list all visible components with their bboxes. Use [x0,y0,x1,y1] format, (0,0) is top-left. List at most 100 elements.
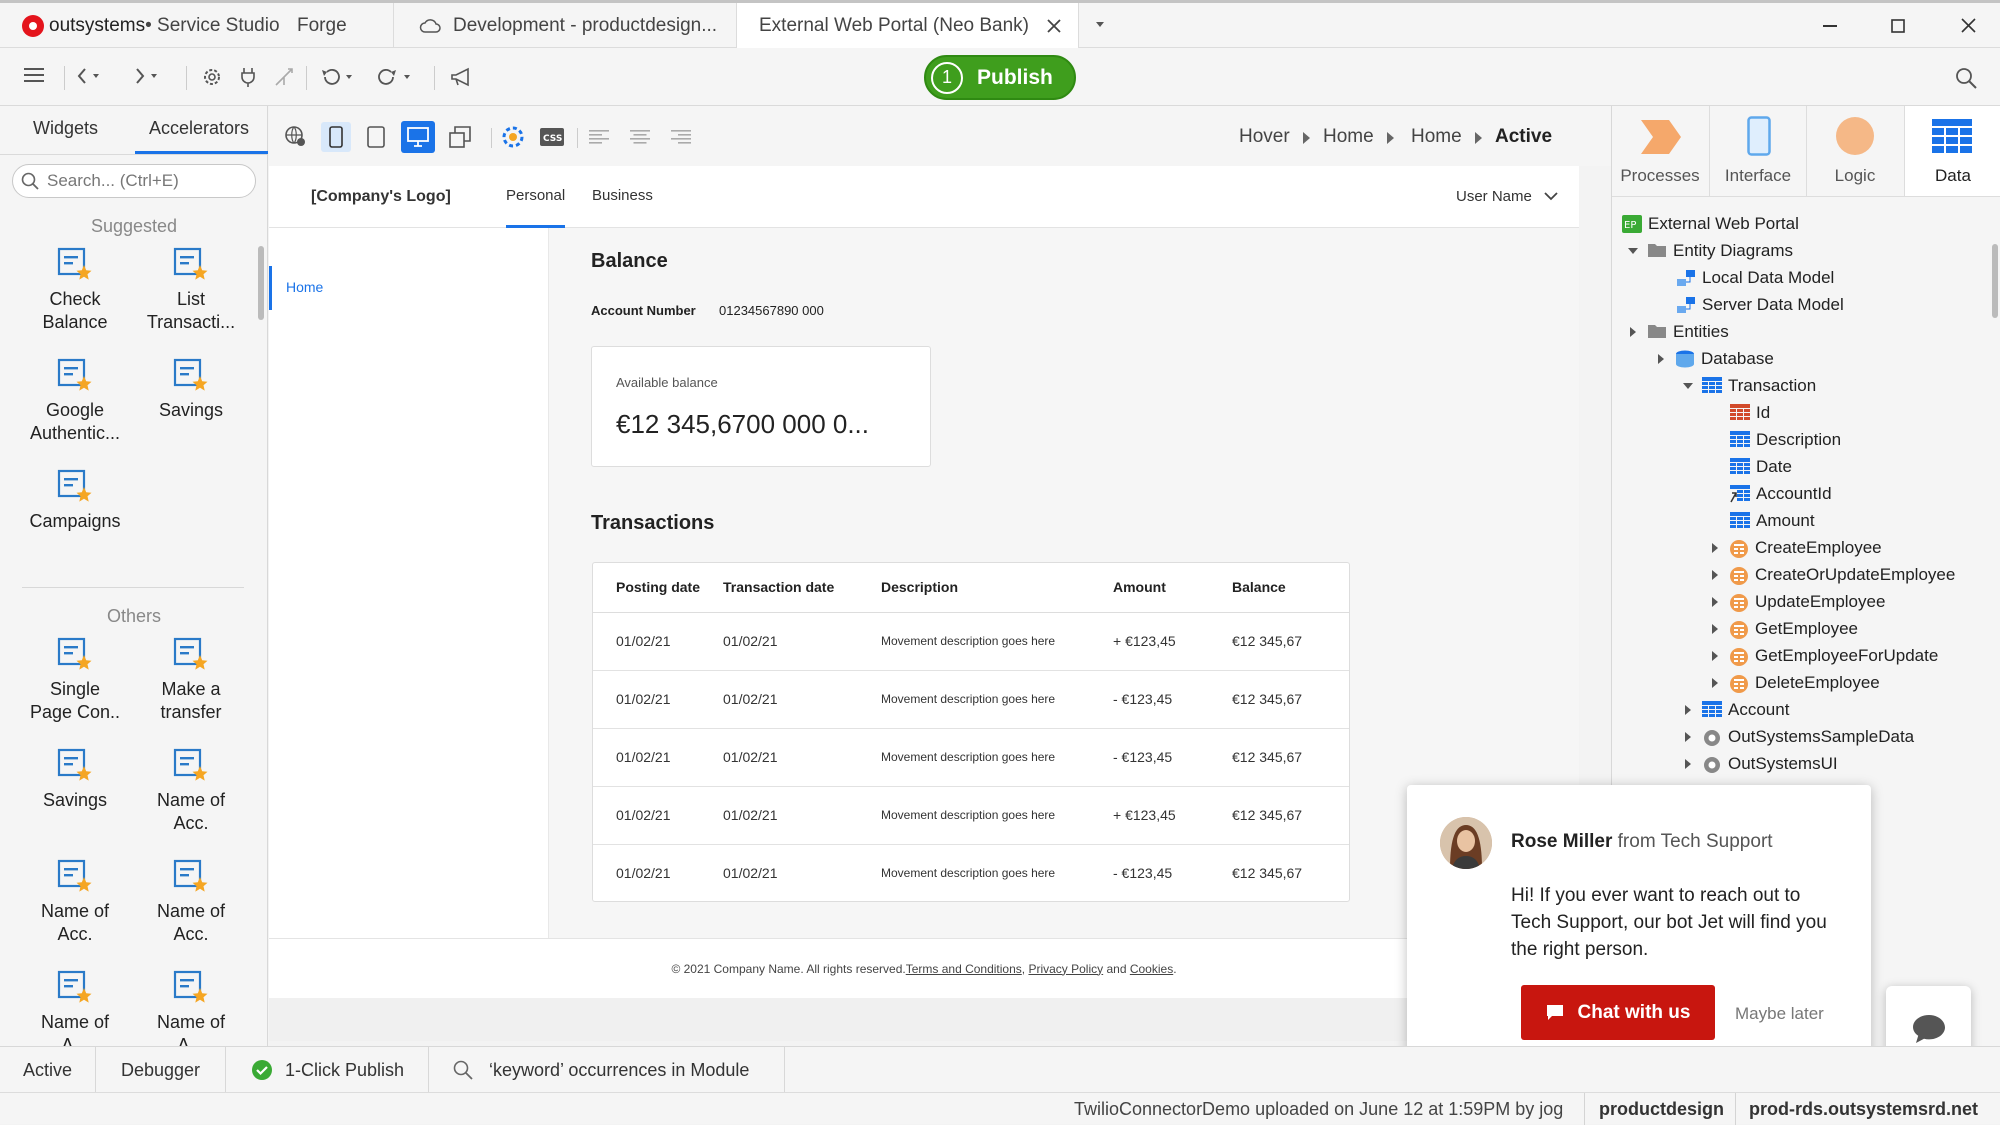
accelerator-name-of-acc[interactable]: Name of Acc. [132,747,250,835]
accelerator-single-page[interactable]: Single Page Con.. [16,636,134,724]
phone-preview-icon[interactable] [321,122,351,152]
col-amount[interactable]: Amount [1112,563,1231,613]
maybe-later-link[interactable]: Maybe later [1735,1004,1824,1024]
tab-1-click-publish[interactable]: 1-Click Publish [226,1047,429,1093]
tree-item-entity-action[interactable]: CreateEmployee [1709,536,1882,560]
chevron-right-icon[interactable] [1682,758,1694,770]
publish-button[interactable]: 1 Publish [924,55,1076,100]
chevron-right-icon[interactable] [1682,704,1694,716]
col-transaction-date[interactable]: Transaction date [722,563,880,613]
tab-development[interactable]: Development - productdesign... [393,3,736,48]
tab-data[interactable]: Data [1904,106,2000,196]
theme-icon[interactable] [498,122,528,152]
table-row[interactable]: 01/02/21 01/02/21 Movement description g… [593,844,1349,902]
server-name[interactable]: prod-rds.outsystemsrd.net [1749,1099,1978,1120]
tab-logic[interactable]: Logic [1806,106,1902,196]
nav-personal[interactable]: Personal [506,187,565,204]
col-posting-date[interactable]: Posting date [593,563,722,613]
chevron-right-icon[interactable] [1655,353,1667,365]
tablet-preview-icon[interactable] [361,122,391,152]
undo-icon[interactable] [320,67,354,87]
tab-list-dropdown-icon[interactable] [1095,21,1105,29]
tab-active[interactable]: Active [0,1047,96,1093]
chevron-right-icon[interactable] [1627,326,1639,338]
tab-widgets[interactable]: Widgets [33,118,98,139]
table-row[interactable]: 01/02/21 01/02/21 Movement description g… [593,670,1349,729]
minimize-icon[interactable] [1800,3,1860,48]
tab-interface[interactable]: Interface [1709,106,1805,196]
align-center-icon[interactable] [625,122,655,152]
forward-icon[interactable] [134,67,158,85]
left-panel-scrollbar[interactable] [258,246,264,320]
tree-item-database[interactable]: Database [1655,347,1774,371]
accelerator-campaigns[interactable]: Campaigns [16,468,134,533]
tree-item-entity-action[interactable]: UpdateEmployee [1709,590,1885,614]
footer-privacy-link[interactable]: Privacy Policy [1028,962,1103,976]
plug-icon[interactable] [240,67,256,87]
align-left-icon[interactable] [584,122,614,152]
chevron-right-icon[interactable] [1709,542,1721,554]
breadcrumb-item[interactable]: Hover [1239,126,1290,148]
tab-debugger[interactable]: Debugger [96,1047,226,1093]
tree-item-module[interactable]: EP External Web Portal [1622,212,1799,236]
tree-item-account[interactable]: Account [1682,698,1789,722]
chevron-right-icon[interactable] [1709,623,1721,635]
back-icon[interactable] [76,67,100,85]
search-icon[interactable] [1955,67,1977,89]
tree-item-entities[interactable]: Entities [1627,320,1729,344]
accelerator-list-transactions[interactable]: List Transacti... [132,246,250,334]
chevron-right-icon[interactable] [1709,569,1721,581]
chevron-right-icon[interactable] [1709,650,1721,662]
accelerator-google-authenticator[interactable]: Google Authentic... [16,357,134,445]
chat-with-us-button[interactable]: Chat with us [1521,985,1715,1040]
breadcrumb-item[interactable]: Home [1323,126,1374,148]
right-panel-scrollbar[interactable] [1992,244,1998,318]
user-menu[interactable]: User Name [1456,188,1558,205]
tab-search-results[interactable]: ‘keyword’ occurrences in Module [429,1047,785,1093]
tree-item-entity-action[interactable]: GetEmployeeForUpdate [1709,644,1938,668]
tree-item-entity-action[interactable]: CreateOrUpdateEmployee [1709,563,1955,587]
megaphone-icon[interactable] [450,67,472,87]
tab-forge[interactable]: Forge [297,3,393,48]
settings-gear-icon[interactable] [202,67,222,87]
tab-accelerators[interactable]: Accelerators [149,118,249,139]
accelerator-savings-2[interactable]: Savings [16,747,134,812]
merge-icon[interactable] [274,67,294,87]
tree-item-transaction[interactable]: Transaction [1682,374,1816,398]
tree-item-attribute[interactable]: Date [1730,455,1792,479]
maximize-icon[interactable] [1868,3,1928,48]
breadcrumb-item-active[interactable]: Active [1495,126,1552,148]
footer-cookies-link[interactable]: Cookies [1130,962,1173,976]
breadcrumb-item[interactable]: Home [1411,126,1462,148]
nav-business[interactable]: Business [592,187,653,204]
col-balance[interactable]: Balance [1231,563,1349,613]
footer-terms-link[interactable]: Terms and Conditions [906,962,1022,976]
tree-item-attribute-id[interactable]: Id [1730,401,1770,425]
tree-item-attribute[interactable]: AccountId [1730,482,1832,506]
chevron-right-icon[interactable] [1709,596,1721,608]
table-row[interactable]: 01/02/21 01/02/21 Movement description g… [593,786,1349,845]
tab-processes[interactable]: Processes [1612,106,1708,196]
accelerator-name-of-acc[interactable]: Name of Acc. [16,858,134,946]
accelerator-check-balance[interactable]: Check Balance [16,246,134,334]
table-row[interactable]: 01/02/21 01/02/21 Movement description g… [593,728,1349,787]
chevron-right-icon[interactable] [1709,677,1721,689]
css-icon[interactable]: CSS [537,122,567,152]
accelerator-name-of-acc[interactable]: Name of A... [16,969,134,1046]
chevron-down-icon[interactable] [1682,380,1694,392]
company-logo[interactable]: [Company's Logo] [311,188,451,206]
hamburger-menu-icon[interactable] [24,67,44,83]
col-description[interactable]: Description [880,563,1112,613]
accelerator-savings[interactable]: Savings [132,357,250,422]
chevron-right-icon[interactable] [1682,731,1694,743]
tree-item-module-reference[interactable]: OutSystemsUI [1682,752,1838,776]
tab-external-web-portal[interactable]: External Web Portal (Neo Bank) [736,3,1079,48]
close-tab-icon[interactable] [1047,18,1061,33]
desktop-preview-icon[interactable] [401,121,435,153]
tree-item-server-data-model[interactable]: Server Data Model [1676,293,1844,317]
table-row[interactable]: 01/02/21 01/02/21 Movement description g… [593,612,1349,671]
search-input[interactable]: Search... (Ctrl+E) [12,164,256,198]
tree-item-module-reference[interactable]: OutSystemsSampleData [1682,725,1914,749]
window-close-icon[interactable] [1938,3,1998,48]
chevron-down-icon[interactable] [1627,245,1639,257]
